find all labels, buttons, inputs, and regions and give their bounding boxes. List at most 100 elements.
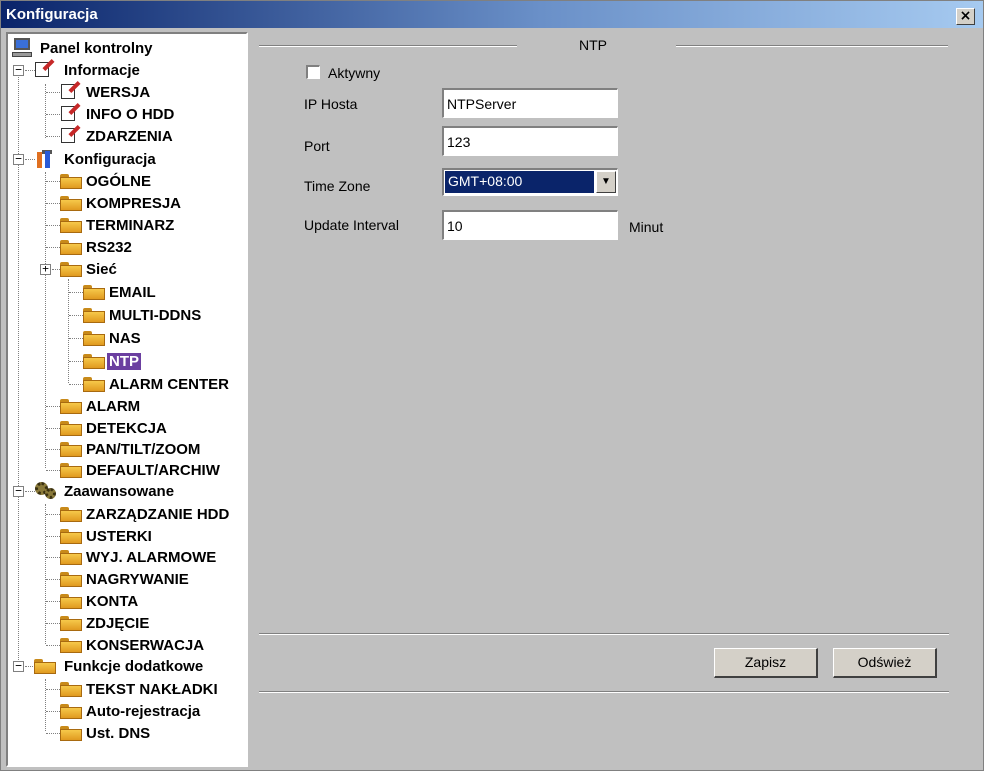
edit-document-icon xyxy=(60,102,81,122)
tree-item-zdjecie[interactable]: ZDJĘCIE xyxy=(44,613,244,633)
chevron-down-icon[interactable]: ▼ xyxy=(596,171,616,193)
tree-item-zarzadzanie-hdd[interactable]: ZARZĄDZANIE HDD xyxy=(44,504,244,524)
tree-item-tekst-nakladki[interactable]: TEKST NAKŁADKI xyxy=(44,679,244,699)
tree-item-alarm-center[interactable]: ALARM CENTER xyxy=(67,374,245,394)
tree-item-email[interactable]: EMAIL xyxy=(67,282,245,302)
tree-node-label: Sieć xyxy=(86,261,117,278)
refresh-button[interactable]: Odśwież xyxy=(833,648,937,678)
tree-item-konserwacja[interactable]: KONSERWACJA xyxy=(44,635,244,655)
tree-item-label: ZARZĄDZANIE HDD xyxy=(86,506,230,523)
tree-item-label: INFO O HDD xyxy=(86,106,175,123)
window-title: Konfiguracja xyxy=(6,6,98,23)
tree-node-funkcje-dodatkowe[interactable]: − Funkcje dodatkowe xyxy=(10,656,246,676)
tree-item-label: NAS xyxy=(109,330,141,347)
tree-item-label: DETEKCJA xyxy=(86,420,167,437)
time-zone-label: Time Zone xyxy=(304,178,371,194)
save-button[interactable]: Zapisz xyxy=(714,648,818,678)
tree-node-label: Funkcje dodatkowe xyxy=(64,658,204,675)
tree-item-terminarz[interactable]: TERMINARZ xyxy=(44,215,244,235)
tree-item-default-archiw[interactable]: DEFAULT/ARCHIW xyxy=(44,460,244,480)
tree-item-label: ZDJĘCIE xyxy=(86,615,150,632)
expand-expander[interactable]: + xyxy=(40,263,51,275)
folder-icon xyxy=(83,331,105,346)
tree-item-usterki[interactable]: USTERKI xyxy=(44,526,244,546)
tree-item-wyj-alarmowe[interactable]: WYJ. ALARMOWE xyxy=(44,547,244,567)
collapse-expander[interactable]: − xyxy=(13,660,24,672)
tree-node-label: Konfiguracja xyxy=(64,151,156,168)
ip-host-input[interactable] xyxy=(442,88,618,118)
tree-item-label: WERSJA xyxy=(86,84,151,101)
tree-item-zdarzenia[interactable]: ZDARZENIA xyxy=(44,124,244,146)
close-button[interactable]: × xyxy=(956,8,975,25)
tree-item-wersja[interactable]: WERSJA xyxy=(44,80,244,102)
folder-icon xyxy=(83,354,105,369)
collapse-expander[interactable]: − xyxy=(13,153,24,165)
button-area-bottom-divider xyxy=(259,691,949,693)
folder-icon xyxy=(60,572,82,587)
section-divider xyxy=(259,45,517,47)
time-zone-select[interactable]: GMT+08:00 ▼ xyxy=(442,168,618,196)
tree-node-konfiguracja[interactable]: − Konfiguracja xyxy=(10,149,246,169)
tree-root-label: Panel kontrolny xyxy=(40,40,153,57)
tree-item-label: DEFAULT/ARCHIW xyxy=(86,462,220,479)
tree-item-label: ZDARZENIA xyxy=(86,128,173,145)
update-interval-input[interactable] xyxy=(442,210,618,240)
tree-item-label: Auto-rejestracja xyxy=(86,703,201,720)
collapse-expander[interactable]: − xyxy=(13,64,24,76)
button-area-top-divider xyxy=(259,633,949,635)
folder-icon xyxy=(83,285,105,300)
tree-item-nas[interactable]: NAS xyxy=(67,328,245,348)
tree-item-kompresja[interactable]: KOMPRESJA xyxy=(44,193,244,213)
time-zone-value: GMT+08:00 xyxy=(445,171,594,193)
tree-item-ogolne[interactable]: OGÓLNE xyxy=(44,171,244,191)
update-interval-label: Update Interval xyxy=(304,217,399,233)
tree-item-info-hdd[interactable]: INFO O HDD xyxy=(44,102,244,124)
folder-icon xyxy=(60,262,82,277)
tree-node-siec[interactable]: + Sieć xyxy=(38,259,244,279)
tree-item-label: ALARM xyxy=(86,398,141,415)
tree-item-konta[interactable]: KONTA xyxy=(44,591,244,611)
folder-icon xyxy=(83,308,105,323)
tree-item-detekcja[interactable]: DETEKCJA xyxy=(44,418,244,438)
tree-node-label: Zaawansowane xyxy=(64,483,175,500)
tree-item-label: TERMINARZ xyxy=(86,217,175,234)
section-divider xyxy=(676,45,948,47)
folder-icon xyxy=(60,196,82,211)
tree-item-label: PAN/TILT/ZOOM xyxy=(86,441,201,458)
tree-item-auto-rejestracja[interactable]: Auto-rejestracja xyxy=(44,701,244,721)
port-label: Port xyxy=(304,138,330,154)
folder-icon xyxy=(34,659,56,674)
tree-item-alarm[interactable]: ALARM xyxy=(44,396,244,416)
tree-item-label: KONSERWACJA xyxy=(86,637,205,654)
edit-document-icon xyxy=(60,124,81,144)
folder-icon xyxy=(60,399,82,414)
tree-item-nagrywanie[interactable]: NAGRYWANIE xyxy=(44,569,244,589)
tree-node-informacje[interactable]: − Informacje xyxy=(10,58,246,80)
folder-icon xyxy=(60,726,82,741)
folder-icon xyxy=(60,507,82,522)
tree-item-label: RS232 xyxy=(86,239,132,256)
folder-icon xyxy=(60,463,82,478)
tree-root[interactable]: Panel kontrolny xyxy=(10,38,246,58)
tree-item-ust-dns[interactable]: Ust. DNS xyxy=(44,723,244,743)
folder-icon xyxy=(60,218,82,233)
tree-item-pan-tilt-zoom[interactable]: PAN/TILT/ZOOM xyxy=(44,439,244,459)
folder-icon xyxy=(60,421,82,436)
tree-item-label: KOMPRESJA xyxy=(86,195,182,212)
folder-icon xyxy=(60,240,82,255)
tree-node-label: Informacje xyxy=(64,62,140,79)
tree-node-zaawansowane[interactable]: − Zaawansowane xyxy=(10,481,246,501)
title-bar[interactable]: Konfiguracja × xyxy=(1,1,983,28)
tree-item-label: KONTA xyxy=(86,593,139,610)
folder-icon xyxy=(60,594,82,609)
folder-icon xyxy=(60,638,82,653)
tree-item-multi-ddns[interactable]: MULTI-DDNS xyxy=(67,305,245,325)
port-input[interactable] xyxy=(442,126,618,156)
config-window: Konfiguracja × Panel kontrolny − Informa… xyxy=(0,0,984,771)
tree-item-rs232[interactable]: RS232 xyxy=(44,237,244,257)
folder-icon xyxy=(60,704,82,719)
collapse-expander[interactable]: − xyxy=(13,485,24,497)
tree-item-label: MULTI-DDNS xyxy=(109,307,202,324)
aktywny-checkbox[interactable] xyxy=(306,65,320,79)
tree-item-ntp[interactable]: NTP xyxy=(67,351,245,371)
